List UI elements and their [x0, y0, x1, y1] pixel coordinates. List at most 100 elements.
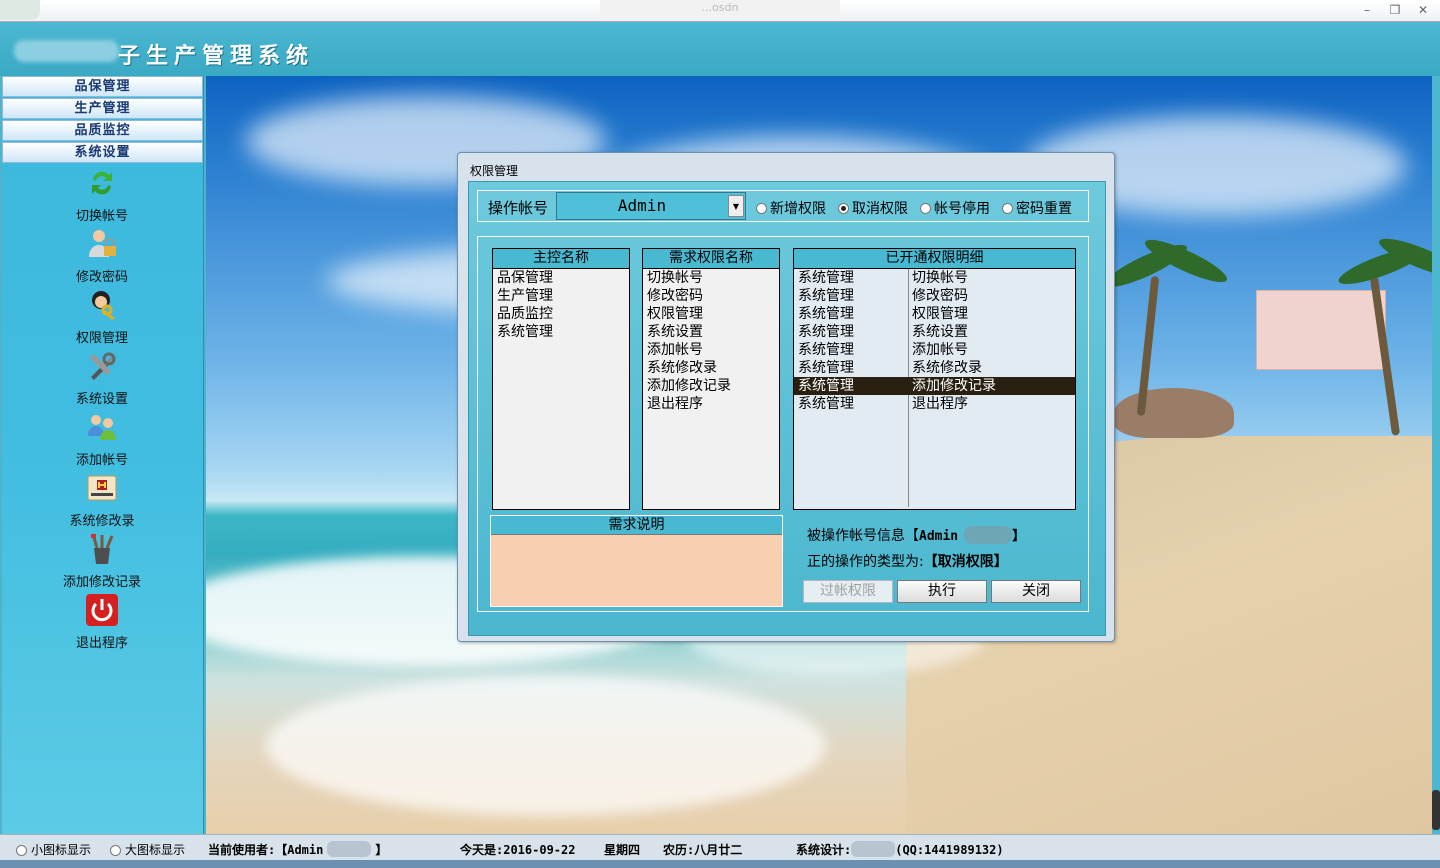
sidebar-item-label: 系统修改录 — [69, 514, 135, 529]
radio-circle — [1002, 203, 1013, 214]
radio-circle — [920, 203, 931, 214]
account-options-group: 操作帐号 Admin ▼ 新增权限 取消权限 帐号停用 密码重置 — [477, 190, 1089, 222]
op-account-label: 操作帐号 — [488, 199, 549, 217]
permission-management-icon — [85, 288, 119, 322]
list-item[interactable]: 生产管理 — [493, 287, 629, 305]
switch-account-icon — [85, 166, 119, 200]
required-permission-list-header: 需求权限名称 — [643, 249, 779, 269]
requirement-description-header: 需求说明 — [491, 516, 782, 535]
sidebar-item-change-password[interactable]: 修改密码 — [2, 225, 202, 286]
vertical-scrollbar[interactable] — [1432, 76, 1440, 834]
redacted-name — [964, 526, 1013, 544]
redacted-name — [327, 841, 372, 857]
sidebar-item-system-settings[interactable]: 系统设置 — [2, 347, 202, 408]
app-icon — [0, 0, 40, 20]
radio-cancel-permission[interactable]: 取消权限 — [838, 198, 908, 218]
target-account-info: 被操作帐号信息【Admin】 — [807, 526, 1026, 544]
dialog-title: 权限管理 — [470, 164, 519, 178]
current-user: 当前使用者:【Admin】 — [208, 841, 388, 857]
requirement-description: 需求说明 — [490, 515, 783, 607]
transfer-permission-button[interactable]: 过帐权限 — [803, 580, 893, 603]
radio-disable-account[interactable]: 帐号停用 — [920, 198, 990, 218]
dialog-body: 操作帐号 Admin ▼ 新增权限 取消权限 帐号停用 密码重置 主控名称 品保… — [468, 181, 1106, 636]
table-row[interactable]: 系统管理 退出程序 — [794, 395, 1075, 413]
status-bar: 小图标显示 大图标显示 当前使用者:【Admin】 今天是:2016-09-22… — [0, 834, 1440, 860]
add-account-icon — [85, 410, 119, 444]
menu-system-settings[interactable]: 系统设置 — [2, 142, 203, 163]
window-caption: ...osdn — [600, 0, 840, 18]
required-permission-list[interactable]: 需求权限名称 切换帐号 修改密码 权限管理 系统设置 添加帐号 系统修改录 添加… — [642, 248, 780, 510]
menu-quality-assurance[interactable]: 品保管理 — [2, 76, 203, 97]
close-icon[interactable]: ✕ — [1414, 2, 1432, 18]
list-item[interactable]: 添加帐号 — [643, 341, 779, 359]
menu-production[interactable]: 生产管理 — [2, 98, 203, 119]
close-button[interactable]: 关闭 — [991, 580, 1081, 603]
main-module-list[interactable]: 主控名称 品保管理 生产管理 品质监控 系统管理 — [492, 248, 630, 510]
radio-circle — [16, 845, 27, 856]
large-icon-radio[interactable]: 大图标显示 — [110, 841, 185, 858]
radio-circle-checked — [838, 203, 849, 214]
minimize-icon[interactable]: – — [1358, 2, 1376, 18]
table-row[interactable]: 系统管理 系统修改录 — [794, 359, 1075, 377]
operation-type-info: 正的操作的类型为:【取消权限】 — [807, 554, 1008, 570]
granted-permission-detail-list[interactable]: 已开通权限明细 系统管理 切换帐号 系统管理 修改密码 系统管理 权限管理 系统管理系… — [793, 248, 1076, 510]
table-row[interactable]: 系统管理 添加帐号 — [794, 341, 1075, 359]
radio-circle — [756, 203, 767, 214]
today-date: 今天是:2016-09-22 — [460, 843, 576, 857]
list-item[interactable]: 添加修改记录 — [643, 377, 779, 395]
sidebar-item-exit[interactable]: 退出程序 — [2, 591, 202, 652]
sidebar: 品保管理 生产管理 品质监控 系统设置 切换帐号 修改密码 权限管理 系统设置 … — [2, 76, 204, 834]
sidebar-item-label: 切换帐号 — [75, 209, 128, 224]
requirement-description-field[interactable] — [491, 535, 782, 606]
app-header: 子生产管理系统 — [0, 22, 1440, 76]
sidebar-item-permission-management[interactable]: 权限管理 — [2, 286, 202, 347]
restore-icon[interactable]: ❐ — [1386, 2, 1404, 18]
sidebar-item-label: 退出程序 — [75, 636, 128, 651]
table-row-selected[interactable]: 系统管理 添加修改记录 — [794, 377, 1075, 395]
sidebar-item-label: 系统设置 — [75, 392, 128, 407]
list-item[interactable]: 切换帐号 — [643, 269, 779, 287]
menu-quality-monitor[interactable]: 品质监控 — [2, 120, 203, 141]
account-select[interactable]: Admin ▼ — [556, 192, 746, 220]
chevron-down-icon[interactable]: ▼ — [728, 195, 744, 217]
table-row[interactable]: 系统管理 修改密码 — [794, 287, 1075, 305]
redacted-name — [851, 841, 896, 857]
list-item[interactable]: 退出程序 — [643, 395, 779, 413]
radio-reset-password[interactable]: 密码重置 — [1002, 198, 1072, 218]
weekday: 星期四 — [604, 843, 641, 857]
list-item[interactable]: 系统修改录 — [643, 359, 779, 377]
history-icon — [85, 471, 119, 505]
window-titlebar: ...osdn – ❐ ✕ — [0, 0, 1440, 22]
scrollbar-thumb[interactable] — [1432, 790, 1440, 830]
execute-button[interactable]: 执行 — [897, 580, 987, 603]
sidebar-item-switch-account[interactable]: 切换帐号 — [2, 164, 202, 225]
granted-permission-detail-header: 已开通权限明细 — [794, 249, 1075, 269]
list-item[interactable]: 品保管理 — [493, 269, 629, 287]
table-row[interactable]: 系统管理 系统设置 — [794, 323, 1075, 341]
sidebar-item-add-account[interactable]: 添加帐号 — [2, 408, 202, 469]
power-icon — [85, 593, 119, 627]
taskbar — [0, 860, 1440, 868]
sidebar-item-label: 权限管理 — [75, 331, 128, 346]
list-item[interactable]: 权限管理 — [643, 305, 779, 323]
list-item[interactable]: 品质监控 — [493, 305, 629, 323]
lunar-date: 农历:八月廿二 — [663, 843, 743, 857]
sidebar-item-label: 添加修改记录 — [62, 575, 141, 590]
sidebar-item-add-change-record[interactable]: 添加修改记录 — [2, 530, 202, 591]
sidebar-item-label: 添加帐号 — [75, 453, 128, 468]
redacted-title-prefix — [14, 40, 119, 62]
list-item[interactable]: 系统管理 — [493, 323, 629, 341]
sidebar-item-system-history[interactable]: 系统修改录 — [2, 469, 202, 530]
radio-add-permission[interactable]: 新增权限 — [756, 198, 826, 218]
radio-circle — [110, 845, 121, 856]
table-row[interactable]: 系统管理 切换帐号 — [794, 269, 1075, 287]
account-select-value: Admin — [617, 196, 667, 215]
small-icon-radio[interactable]: 小图标显示 — [16, 841, 91, 858]
main-module-list-header: 主控名称 — [493, 249, 629, 269]
permission-dialog: 权限管理 操作帐号 Admin ▼ 新增权限 取消权限 帐号停用 密码重置 主控… — [457, 152, 1115, 642]
list-item[interactable]: 系统设置 — [643, 323, 779, 341]
app-title: 子生产管理系统 — [118, 43, 315, 69]
tools-icon — [85, 349, 119, 383]
list-item[interactable]: 修改密码 — [643, 287, 779, 305]
table-row[interactable]: 系统管理 权限管理 — [794, 305, 1075, 323]
